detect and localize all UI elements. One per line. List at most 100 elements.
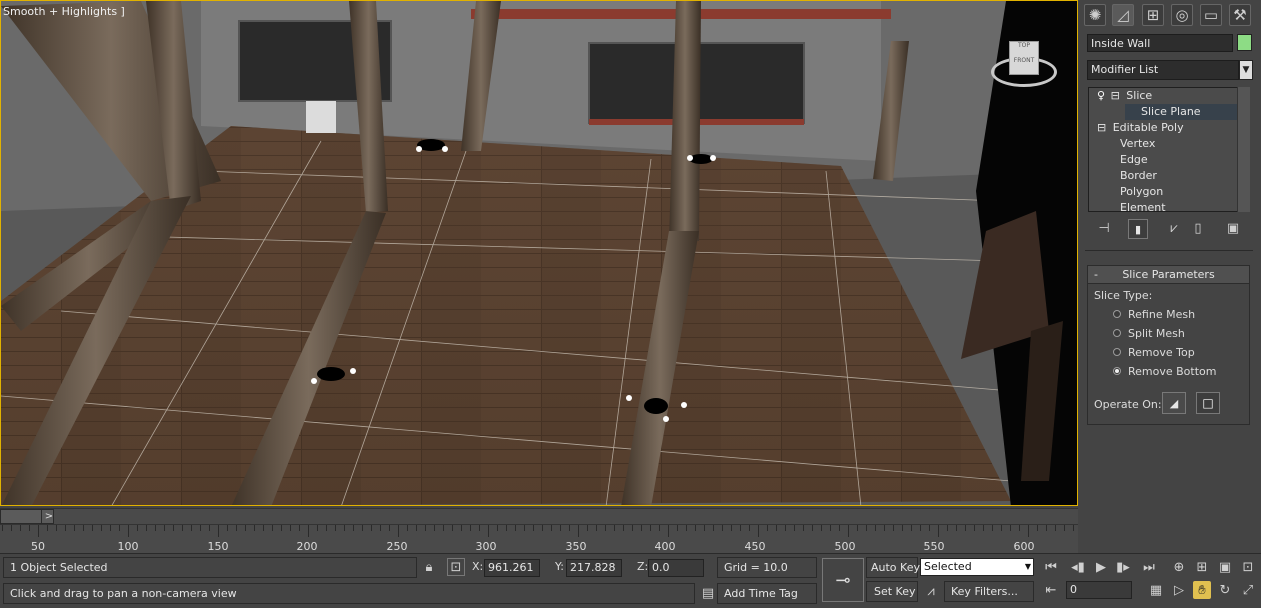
ruler-tick [506, 525, 507, 531]
add-time-tag-icon[interactable]: ▤ [699, 584, 717, 602]
stack-item-border[interactable]: Border [1120, 168, 1157, 184]
ruler-tick [884, 525, 885, 531]
key-filters-button[interactable]: Key Filters... [944, 581, 1034, 602]
ruler-tick [677, 525, 678, 531]
ruler-label: 50 [31, 540, 45, 553]
object-name-field[interactable]: Inside Wall [1087, 34, 1233, 52]
make-unique-icon[interactable]: ⩗ [1165, 219, 1183, 237]
ruler-tick [335, 525, 336, 531]
prompt-line: Click and drag to pan a non-camera view [3, 583, 695, 604]
time-configuration-icon[interactable]: ▦ [1147, 581, 1165, 599]
ruler-tick [479, 525, 480, 531]
previous-frame-icon[interactable]: ◂▮ [1069, 558, 1087, 576]
show-end-result-icon[interactable]: ▮ [1128, 219, 1148, 239]
set-key-button[interactable]: Set Key [866, 581, 918, 602]
viewport-label[interactable]: Smooth + Highlights ] [3, 5, 125, 18]
ruler-tick [596, 525, 597, 531]
pin-stack-icon[interactable]: ⊣ [1095, 219, 1113, 237]
modifier-stack[interactable]: ♀ ⊟ Slice Slice Plane ⊟ Editable Poly Ve… [1088, 87, 1243, 212]
perspective-viewport[interactable]: Smooth + Highlights ] TOP FRONT [0, 0, 1078, 506]
operate-on-polygons-button[interactable]: □ [1196, 392, 1220, 414]
ruler-tick [29, 525, 30, 531]
collapse-icon[interactable]: ⊟ [1097, 121, 1106, 134]
lock-icon[interactable]: 🔒︎ [420, 558, 438, 576]
hierarchy-icon[interactable]: ⊞ [1142, 4, 1164, 26]
ruler-tick [551, 525, 552, 531]
stack-item-vertex[interactable]: Vertex [1120, 136, 1155, 152]
stack-scrollbar[interactable] [1237, 87, 1250, 212]
add-time-tag-button[interactable]: Add Time Tag [717, 583, 817, 604]
ruler-tick [146, 525, 147, 531]
pan-view-icon[interactable]: ✋︎ [1193, 581, 1211, 599]
ruler-tick [290, 525, 291, 531]
curve-icon[interactable]: ⩘ [922, 582, 940, 600]
divider [1085, 250, 1253, 251]
modify-icon[interactable]: ◿ [1112, 4, 1134, 26]
ruler-tick [11, 525, 12, 531]
operate-on-label: Operate On: [1094, 398, 1162, 411]
ruler-tick [65, 525, 66, 531]
ruler-tick [353, 525, 354, 531]
ruler-tick [875, 525, 876, 531]
ruler-tick [902, 525, 903, 531]
ruler-tick [2, 525, 3, 531]
next-frame-arrow[interactable]: > [41, 510, 56, 523]
rollout-collapse-toggle[interactable]: - [1094, 266, 1098, 283]
remove-modifier-icon[interactable]: ▯ [1189, 219, 1207, 237]
modifier-list-dropdown[interactable]: Modifier List [1087, 60, 1239, 80]
ruler-tick [740, 525, 741, 531]
field-of-view-icon[interactable]: ▷ [1170, 581, 1188, 599]
key-mode-toggle-icon[interactable]: ⇤ [1042, 581, 1060, 599]
ruler-tick [497, 525, 498, 531]
maximize-viewport-icon[interactable]: ⤢ [1239, 581, 1257, 599]
utilities-icon[interactable]: ⚒ [1229, 4, 1251, 26]
zoom-all-icon[interactable]: ⊞ [1193, 558, 1211, 576]
ruler-tick [209, 525, 210, 531]
orbit-icon[interactable]: ↻ [1216, 581, 1234, 599]
key-selection-dropdown[interactable]: Selected ▼ [920, 558, 1034, 576]
rollout-header[interactable]: - Slice Parameters [1088, 266, 1249, 284]
zoom-icon[interactable]: ⊕ [1170, 558, 1188, 576]
ruler-tick [101, 525, 102, 531]
display-icon[interactable]: ▭ [1200, 4, 1222, 26]
zoom-extents-icon[interactable]: ▣ [1216, 558, 1234, 576]
motion-icon[interactable]: ◎ [1171, 4, 1193, 26]
stack-item-slice[interactable]: ♀ ⊟ Slice [1097, 88, 1152, 104]
create-icon[interactable]: ✺ [1084, 4, 1106, 26]
ruler-tick [704, 525, 705, 531]
time-slider-track[interactable] [0, 508, 1078, 525]
ruler-tick [434, 525, 435, 531]
ruler-tick [461, 525, 462, 531]
stack-item-polygon[interactable]: Polygon [1120, 184, 1163, 200]
stack-item-edge[interactable]: Edge [1120, 152, 1148, 168]
zoom-extents-all-icon[interactable]: ⊡ [1239, 558, 1257, 576]
viewcube[interactable]: TOP FRONT [991, 39, 1057, 91]
absolute-relative-toggle-icon[interactable]: ⊡ [447, 558, 465, 576]
ruler-tick [866, 525, 867, 531]
next-frame-icon[interactable]: ▮▸ [1114, 558, 1132, 576]
z-coordinate-field[interactable]: 0.0 [648, 559, 704, 577]
lightbulb-icon[interactable]: ♀ [1097, 89, 1105, 102]
stack-item-element[interactable]: Element [1120, 200, 1166, 211]
chevron-down-icon[interactable]: ▼ [1025, 559, 1031, 575]
operate-on-faces-button[interactable]: ◢ [1162, 392, 1186, 414]
play-icon[interactable]: ▶ [1092, 558, 1110, 576]
current-frame-field[interactable]: 0 [1066, 581, 1132, 599]
go-to-end-icon[interactable]: ⏭︎ [1140, 558, 1158, 576]
go-to-start-icon[interactable]: ⏮︎ [1042, 558, 1060, 576]
stack-item-editable-poly[interactable]: ⊟ Editable Poly [1097, 120, 1184, 136]
configure-modifier-sets-icon[interactable]: ▣ [1224, 219, 1242, 237]
time-slider[interactable]: > [0, 509, 54, 524]
stack-item-slice-plane[interactable]: Slice Plane [1125, 104, 1242, 120]
x-coordinate-field[interactable]: 961.261 [484, 559, 540, 577]
object-color-swatch[interactable] [1237, 34, 1252, 51]
ruler-tick [515, 525, 516, 531]
auto-key-button[interactable]: Auto Key [866, 557, 920, 578]
track-bar[interactable]: 50 100 150 200 250 300 350 400 450 500 5… [0, 525, 1078, 553]
set-key-mode-button[interactable]: ⊸ [822, 558, 864, 602]
ruler-label: 600 [1013, 540, 1035, 553]
ruler-tick [569, 525, 570, 531]
collapse-icon[interactable]: ⊟ [1111, 89, 1120, 102]
chevron-down-icon[interactable]: ▼ [1239, 60, 1253, 80]
y-coordinate-field[interactable]: 217.828 [566, 559, 622, 577]
